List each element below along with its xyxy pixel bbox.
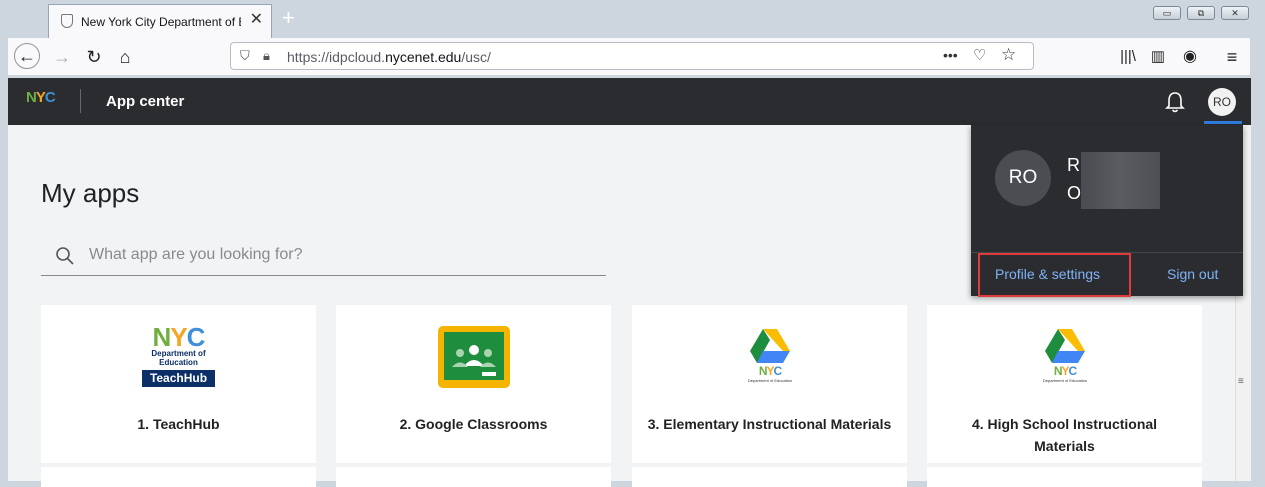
home-icon[interactable]: ⌂ — [111, 44, 139, 70]
minimize-window-button[interactable]: ▭ — [1153, 6, 1181, 20]
dropdown-avatar: RO — [995, 150, 1051, 206]
app-card-partial[interactable] — [41, 467, 316, 487]
close-tab-icon[interactable]: ✕ — [250, 12, 263, 28]
bell-icon[interactable] — [1164, 90, 1186, 114]
close-window-button[interactable]: ✕ — [1221, 6, 1249, 20]
highlight-box — [978, 253, 1131, 297]
app-card-partial[interactable] — [632, 467, 907, 487]
page-actions-icon[interactable]: ••• — [943, 47, 958, 63]
search-input[interactable] — [87, 245, 591, 265]
app-title: App center — [106, 93, 185, 110]
library-icon[interactable]: |||\ — [1114, 44, 1142, 70]
url-bar[interactable]: ⛉ 🔒︎ https://idpcloud.nycenet.edu/usc/ •… — [230, 42, 1034, 70]
app-card-google-classrooms[interactable]: 2. Google Classrooms — [336, 305, 611, 463]
account-icon[interactable]: ◉ — [1176, 44, 1204, 70]
user-name-line2: O — [1067, 183, 1082, 203]
header-divider — [80, 89, 81, 113]
shield-favicon-icon — [61, 14, 73, 28]
redacted-name — [1081, 152, 1160, 209]
nyc-mini-logo: NYC — [758, 364, 782, 378]
new-tab-button[interactable]: + — [282, 5, 295, 31]
user-avatar-button[interactable]: RO — [1208, 88, 1236, 116]
reload-icon[interactable]: ↻ — [80, 44, 108, 70]
app-name: 1. TeachHub — [137, 416, 220, 432]
app-card-teachhub[interactable]: NYC Department of Education TeachHub 1. … — [41, 305, 316, 463]
app-name: 3. Elementary Instructional Materials — [647, 416, 892, 432]
page-title: My apps — [41, 178, 140, 208]
sidebar-icon[interactable]: ▥ — [1144, 44, 1172, 70]
lock-icon[interactable]: 🔒︎ — [263, 48, 270, 64]
app-header: NYC App center RO — [8, 78, 1251, 125]
tab-title: New York City Department of Education — [81, 15, 241, 29]
avatar-active-indicator — [1204, 121, 1242, 124]
scrollbar-grip-icon[interactable]: ≡ — [1238, 376, 1244, 387]
restore-window-button[interactable]: ⧉ — [1187, 6, 1215, 20]
app-name: 4. High School Instructional Materials — [971, 416, 1158, 454]
google-classroom-logo-icon — [438, 326, 510, 388]
google-drive-icon — [750, 329, 790, 363]
search-icon — [56, 247, 74, 265]
sign-out-link[interactable]: Sign out — [1167, 266, 1218, 282]
browser-navbar: ← → ↻ ⌂ ⛉ 🔒︎ https://idpcloud.nycenet.ed… — [8, 38, 1250, 76]
bookmark-star-icon[interactable]: ☆ — [1001, 45, 1016, 65]
app-name: 2. Google Classrooms — [399, 416, 548, 432]
app-card-partial[interactable] — [336, 467, 611, 487]
app-card-partial[interactable] — [927, 467, 1202, 487]
google-drive-icon — [1045, 329, 1085, 363]
forward-arrow-icon[interactable]: → — [48, 44, 76, 70]
app-card-elementary-materials[interactable]: NYC Department of Education 3. Elementar… — [632, 305, 907, 463]
search-field — [41, 237, 606, 276]
teachhub-logo: NYC Department of Education TeachHub — [142, 324, 215, 393]
menu-icon[interactable]: ≡ — [1218, 44, 1246, 70]
browser-tab[interactable]: New York City Department of Education ✕ — [48, 4, 272, 38]
back-arrow-icon[interactable]: ← — [14, 43, 40, 69]
url-text[interactable]: https://idpcloud.nycenet.edu/usc/ — [287, 49, 491, 65]
app-card-high-school-materials[interactable]: NYC Department of Education 4. High Scho… — [927, 305, 1202, 463]
shield-icon[interactable]: ⛉ — [240, 48, 250, 64]
nyc-logo[interactable]: NYC — [26, 89, 56, 106]
pocket-icon[interactable]: ♡ — [973, 46, 986, 64]
user-name-line1: R — [1067, 155, 1080, 175]
nyc-mini-logo: NYC — [1053, 364, 1077, 378]
